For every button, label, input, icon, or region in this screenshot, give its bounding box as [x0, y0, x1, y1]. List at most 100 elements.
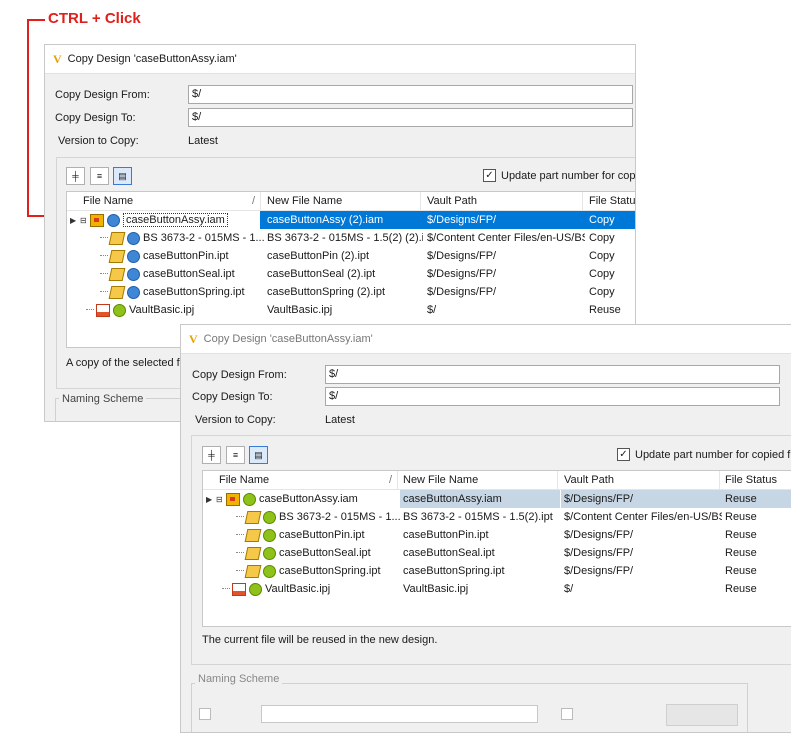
copy-to-field[interactable]: $/ [188, 108, 633, 127]
assembly-file-icon [90, 213, 104, 227]
vault-path: $/Designs/FP/ [427, 268, 497, 280]
file-name: caseButtonAssy.iam [123, 213, 228, 227]
col-header-file-name[interactable]: File Name / [203, 471, 398, 489]
col-header-file-status[interactable]: File Status [722, 471, 791, 489]
file-status: Copy [589, 286, 615, 298]
copy-from-field[interactable]: $/ [325, 365, 780, 384]
file-status: Reuse [722, 490, 791, 508]
reuse-action-icon[interactable] [263, 510, 276, 524]
reuse-action-icon[interactable] [249, 582, 262, 596]
copy-to-field[interactable]: $/ [325, 387, 780, 406]
copy-action-icon[interactable] [127, 267, 140, 281]
vault-path: $/ [427, 304, 437, 316]
file-name: caseButtonPin.ipt [279, 529, 365, 541]
copy-action-icon[interactable] [127, 285, 140, 299]
naming-scheme-label: Naming Scheme [59, 393, 147, 405]
vault-path: $/Designs/FP/ [427, 250, 497, 262]
collapse-box-icon[interactable]: ⊟ [80, 212, 90, 229]
update-part-number-label: Update part number for copied [501, 169, 636, 182]
tree-connector [236, 562, 244, 571]
file-name: caseButtonSeal.ipt [143, 268, 235, 280]
version-label: Version to Copy: [58, 135, 139, 147]
table-row[interactable]: caseButtonSeal.ipt caseButtonSeal (2).ip… [67, 265, 635, 283]
grid-header: File Name / New File Name Vault Path File… [67, 192, 635, 211]
dialog-title: Copy Design 'caseButtonAssy.iam' [203, 333, 373, 345]
version-label: Version to Copy: [195, 414, 276, 426]
file-name: caseButtonSpring.ipt [143, 286, 245, 298]
project-file-icon [96, 303, 110, 317]
version-value: Latest [188, 135, 218, 147]
naming-scheme-button[interactable] [666, 704, 738, 726]
new-file-name: caseButtonPin (2).ipt [267, 250, 370, 262]
file-status: Copy [589, 268, 615, 280]
table-row[interactable]: caseButtonPin.ipt caseButtonPin (2).ipt … [67, 247, 635, 265]
col-header-file-name[interactable]: File Name / [67, 192, 261, 210]
tree-connector [236, 508, 244, 517]
naming-scheme-checkbox[interactable] [199, 708, 211, 720]
table-row[interactable]: ▶ ⊟ caseButtonAssy.iam caseButtonAssy (2).… [67, 211, 635, 229]
file-status: Reuse [589, 304, 621, 316]
vault-path: $/Content Center Files/en-US/BS... [564, 511, 722, 523]
vault-path: $/Designs/FP/ [564, 565, 634, 577]
reuse-action-icon[interactable] [263, 546, 276, 560]
table-row[interactable]: VaultBasic.ipj VaultBasic.ipj $/ Reuse [203, 580, 791, 598]
table-row[interactable]: ▶ ⊟ caseButtonAssy.iam caseButtonAssy.iam … [203, 490, 791, 508]
update-part-number-checkbox[interactable]: ✓ Update part number for copied [483, 169, 636, 182]
col-header-vault-path[interactable]: Vault Path [561, 471, 720, 489]
tree-view-button[interactable]: ╪ [66, 167, 85, 185]
expand-arrow-icon[interactable]: ▶ [70, 212, 80, 229]
reuse-action-icon[interactable] [263, 564, 276, 578]
copy-from-row: Copy Design From: $/ [55, 85, 633, 104]
version-value: Latest [325, 414, 355, 426]
tree-connector [100, 283, 108, 292]
table-row[interactable]: caseButtonSpring.ipt caseButtonSpring (2… [67, 283, 635, 301]
dialog-titlebar: V Copy Design 'caseButtonAssy.iam' [45, 45, 635, 74]
new-file-name: caseButtonAssy (2).iam [267, 214, 384, 226]
new-file-name: VaultBasic.ipj [403, 583, 469, 595]
detail-view-button[interactable]: ▤ [249, 446, 268, 464]
part-file-icon [244, 528, 262, 542]
tree-view-button[interactable]: ╪ [202, 446, 221, 464]
expand-arrow-icon[interactable]: ▶ [206, 491, 216, 508]
annotation-line-vertical [27, 19, 29, 217]
tree-connector [100, 229, 108, 238]
file-status: Reuse [725, 583, 757, 595]
part-file-icon [244, 510, 262, 524]
list-view-button[interactable]: ≡ [226, 446, 245, 464]
table-row[interactable]: caseButtonSpring.ipt caseButtonSpring.ip… [203, 562, 791, 580]
detail-view-button[interactable]: ▤ [113, 167, 132, 185]
reuse-action-icon[interactable] [263, 528, 276, 542]
tree-connector [236, 544, 244, 553]
copy-design-dialog-after: V Copy Design 'caseButtonAssy.iam' Copy … [180, 324, 791, 733]
sort-indicator: / [251, 195, 255, 207]
copy-action-icon[interactable] [107, 213, 120, 227]
naming-scheme-option-checkbox[interactable] [561, 708, 573, 720]
tree-connector [236, 526, 244, 535]
collapse-box-icon[interactable]: ⊟ [216, 491, 226, 508]
copy-to-row: Copy Design To: $/ [55, 108, 633, 127]
copy-action-icon[interactable] [127, 249, 140, 263]
col-header-new-file-name[interactable]: New File Name [400, 471, 558, 489]
reuse-action-icon[interactable] [113, 303, 126, 317]
col-header-vault-path[interactable]: Vault Path [424, 192, 583, 210]
file-status: Copy [589, 232, 615, 244]
naming-scheme-input[interactable] [261, 705, 538, 723]
table-row[interactable]: BS 3673-2 - 015MS - 1... BS 3673-2 - 015… [203, 508, 791, 526]
copy-from-label: Copy Design From: [192, 368, 287, 381]
copy-from-field[interactable]: $/ [188, 85, 633, 104]
part-file-icon [108, 249, 126, 263]
table-row[interactable]: caseButtonPin.ipt caseButtonPin.ipt $/De… [203, 526, 791, 544]
file-grid: File Name / New File Name Vault Path File… [202, 470, 791, 627]
update-part-number-checkbox[interactable]: ✓ Update part number for copied f [617, 448, 790, 461]
col-header-new-file-name[interactable]: New File Name [264, 192, 421, 210]
table-row[interactable]: BS 3673-2 - 015MS - 1... BS 3673-2 - 015… [67, 229, 635, 247]
copy-action-icon[interactable] [127, 231, 140, 245]
vault-path: $/Designs/FP/ [564, 529, 634, 541]
list-view-button[interactable]: ≡ [90, 167, 109, 185]
update-part-number-label: Update part number for copied f [635, 448, 791, 461]
assembly-file-icon [226, 492, 240, 506]
reuse-action-icon[interactable] [243, 492, 256, 506]
table-row[interactable]: VaultBasic.ipj VaultBasic.ipj $/ Reuse [67, 301, 635, 319]
col-header-file-status[interactable]: File Status [586, 192, 635, 210]
table-row[interactable]: caseButtonSeal.ipt caseButtonSeal.ipt $/… [203, 544, 791, 562]
